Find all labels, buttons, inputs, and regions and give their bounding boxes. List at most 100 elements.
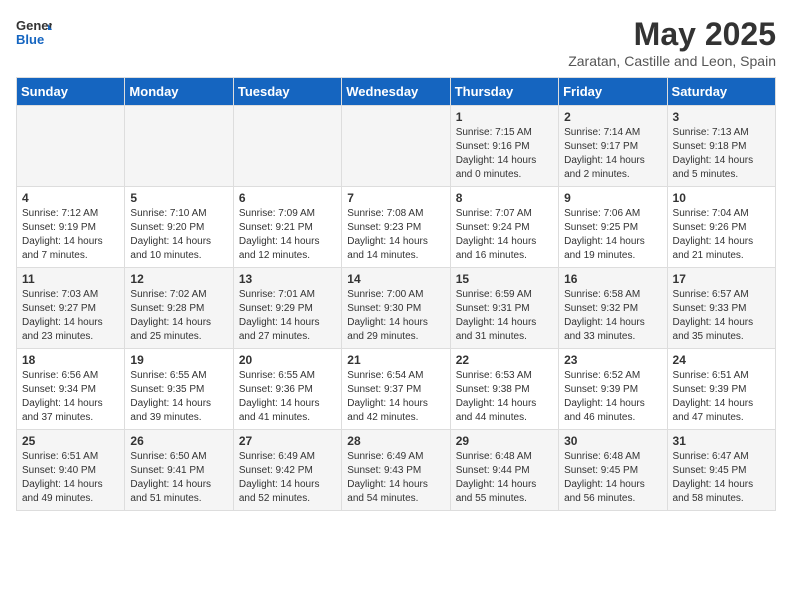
day-info: Sunrise: 7:00 AM Sunset: 9:30 PM Dayligh… [347,288,444,344]
day-number: 12 [130,272,227,286]
calendar-cell-29: 26Sunrise: 6:50 AM Sunset: 9:41 PM Dayli… [125,430,233,511]
day-number: 4 [22,191,119,205]
day-info: Sunrise: 6:52 AM Sunset: 9:39 PM Dayligh… [564,369,661,425]
day-info: Sunrise: 7:10 AM Sunset: 9:20 PM Dayligh… [130,207,227,263]
day-number: 19 [130,353,227,367]
column-header-thursday: Thursday [450,78,558,106]
day-number: 17 [673,272,770,286]
day-info: Sunrise: 7:04 AM Sunset: 9:26 PM Dayligh… [673,207,770,263]
day-number: 13 [239,272,336,286]
calendar-cell-11: 8 Sunrise: 7:07 AM Sunset: 9:24 PM Daylig… [450,187,558,268]
calendar-week-3: 11 Sunrise: 7:03 AM Sunset: 9:27 PM Dayli… [17,268,776,349]
svg-text:General: General [16,18,52,33]
day-number: 31 [673,434,770,448]
column-header-wednesday: Wednesday [342,78,450,106]
calendar-cell-14: 11 Sunrise: 7:03 AM Sunset: 9:27 PM Dayli… [17,268,125,349]
title-area: May 2025 Zaratan, Castille and Leon, Spa… [568,16,776,69]
day-number: 11 [22,272,119,286]
day-info: Sunrise: 7:13 AM Sunset: 9:18 PM Dayligh… [673,126,770,182]
day-info: Sunrise: 7:12 AM Sunset: 9:19 PM Dayligh… [22,207,119,263]
calendar-cell-9: 6 Sunrise: 7:09 AM Sunset: 9:21 PM Daylig… [233,187,341,268]
day-number: 22 [456,353,553,367]
day-info: Sunrise: 7:08 AM Sunset: 9:23 PM Dayligh… [347,207,444,263]
calendar-week-4: 18Sunrise: 6:56 AM Sunset: 9:34 PM Dayli… [17,349,776,430]
day-info: Sunrise: 6:53 AM Sunset: 9:38 PM Dayligh… [456,369,553,425]
day-info: Sunrise: 7:06 AM Sunset: 9:25 PM Dayligh… [564,207,661,263]
day-number: 24 [673,353,770,367]
calendar-cell-17: 14Sunrise: 7:00 AM Sunset: 9:30 PM Dayli… [342,268,450,349]
calendar-cell-4: 1 Sunrise: 7:15 AM Sunset: 9:16 PM Daylig… [450,106,558,187]
logo: General Blue [16,16,52,46]
calendar-cell-1 [125,106,233,187]
calendar-cell-16: 13Sunrise: 7:01 AM Sunset: 9:29 PM Dayli… [233,268,341,349]
calendar-cell-27: 24 Sunrise: 6:51 AM Sunset: 9:39 PM Dayli… [667,349,775,430]
day-info: Sunrise: 6:49 AM Sunset: 9:42 PM Dayligh… [239,450,336,506]
calendar-cell-13: 10 Sunrise: 7:04 AM Sunset: 9:26 PM Dayli… [667,187,775,268]
day-number: 30 [564,434,661,448]
day-info: Sunrise: 6:51 AM Sunset: 9:40 PM Dayligh… [22,450,119,506]
svg-text:Blue: Blue [16,32,44,46]
calendar-cell-19: 16Sunrise: 6:58 AM Sunset: 9:32 PM Dayli… [559,268,667,349]
calendar-cell-23: 20 Sunrise: 6:55 AM Sunset: 9:36 PM Dayli… [233,349,341,430]
day-info: Sunrise: 6:48 AM Sunset: 9:44 PM Dayligh… [456,450,553,506]
day-number: 8 [456,191,553,205]
day-info: Sunrise: 6:54 AM Sunset: 9:37 PM Dayligh… [347,369,444,425]
calendar-cell-10: 7 Sunrise: 7:08 AM Sunset: 9:23 PM Daylig… [342,187,450,268]
day-number: 9 [564,191,661,205]
day-number: 7 [347,191,444,205]
day-number: 18 [22,353,119,367]
day-number: 21 [347,353,444,367]
column-header-friday: Friday [559,78,667,106]
calendar-cell-6: 3 Sunrise: 7:13 AM Sunset: 9:18 PM Daylig… [667,106,775,187]
day-number: 27 [239,434,336,448]
column-header-sunday: Sunday [17,78,125,106]
day-info: Sunrise: 6:57 AM Sunset: 9:33 PM Dayligh… [673,288,770,344]
day-number: 23 [564,353,661,367]
day-number: 10 [673,191,770,205]
logo-icon: General Blue [16,16,52,46]
calendar-cell-2 [233,106,341,187]
day-number: 3 [673,110,770,124]
calendar-cell-25: 22 Sunrise: 6:53 AM Sunset: 9:38 PM Dayli… [450,349,558,430]
calendar-cell-8: 5 Sunrise: 7:10 AM Sunset: 9:20 PM Daylig… [125,187,233,268]
day-info: Sunrise: 7:09 AM Sunset: 9:21 PM Dayligh… [239,207,336,263]
day-number: 1 [456,110,553,124]
day-info: Sunrise: 6:59 AM Sunset: 9:31 PM Dayligh… [456,288,553,344]
calendar-body: 1 Sunrise: 7:15 AM Sunset: 9:16 PM Daylig… [17,106,776,511]
day-number: 25 [22,434,119,448]
calendar-week-5: 25 Sunrise: 6:51 AM Sunset: 9:40 PM Dayli… [17,430,776,511]
day-number: 20 [239,353,336,367]
calendar-week-1: 1 Sunrise: 7:15 AM Sunset: 9:16 PM Daylig… [17,106,776,187]
calendar-header-row: SundayMondayTuesdayWednesdayThursdayFrid… [17,78,776,106]
day-number: 5 [130,191,227,205]
column-header-tuesday: Tuesday [233,78,341,106]
day-info: Sunrise: 6:55 AM Sunset: 9:36 PM Dayligh… [239,369,336,425]
day-info: Sunrise: 6:58 AM Sunset: 9:32 PM Dayligh… [564,288,661,344]
calendar-cell-33: 30Sunrise: 6:48 AM Sunset: 9:45 PM Dayli… [559,430,667,511]
column-header-saturday: Saturday [667,78,775,106]
day-info: Sunrise: 6:51 AM Sunset: 9:39 PM Dayligh… [673,369,770,425]
calendar-cell-26: 23 Sunrise: 6:52 AM Sunset: 9:39 PM Dayli… [559,349,667,430]
calendar-cell-31: 28Sunrise: 6:49 AM Sunset: 9:43 PM Dayli… [342,430,450,511]
calendar-cell-3 [342,106,450,187]
calendar-cell-18: 15Sunrise: 6:59 AM Sunset: 9:31 PM Dayli… [450,268,558,349]
day-info: Sunrise: 6:50 AM Sunset: 9:41 PM Dayligh… [130,450,227,506]
subtitle: Zaratan, Castille and Leon, Spain [568,53,776,69]
calendar-cell-34: 31 Sunrise: 6:47 AM Sunset: 9:45 PM Dayli… [667,430,775,511]
day-info: Sunrise: 7:07 AM Sunset: 9:24 PM Dayligh… [456,207,553,263]
day-number: 29 [456,434,553,448]
day-info: Sunrise: 6:49 AM Sunset: 9:43 PM Dayligh… [347,450,444,506]
header: General Blue May 2025 Zaratan, Castille … [16,16,776,69]
day-info: Sunrise: 7:15 AM Sunset: 9:16 PM Dayligh… [456,126,553,182]
calendar-cell-32: 29 Sunrise: 6:48 AM Sunset: 9:44 PM Dayli… [450,430,558,511]
calendar-cell-30: 27 Sunrise: 6:49 AM Sunset: 9:42 PM Dayli… [233,430,341,511]
calendar-cell-22: 19Sunrise: 6:55 AM Sunset: 9:35 PM Dayli… [125,349,233,430]
column-header-monday: Monday [125,78,233,106]
calendar-week-2: 4 Sunrise: 7:12 AM Sunset: 9:19 PM Daylig… [17,187,776,268]
day-number: 6 [239,191,336,205]
day-info: Sunrise: 7:02 AM Sunset: 9:28 PM Dayligh… [130,288,227,344]
day-info: Sunrise: 6:47 AM Sunset: 9:45 PM Dayligh… [673,450,770,506]
day-info: Sunrise: 7:03 AM Sunset: 9:27 PM Dayligh… [22,288,119,344]
calendar-cell-7: 4 Sunrise: 7:12 AM Sunset: 9:19 PM Daylig… [17,187,125,268]
day-info: Sunrise: 7:14 AM Sunset: 9:17 PM Dayligh… [564,126,661,182]
